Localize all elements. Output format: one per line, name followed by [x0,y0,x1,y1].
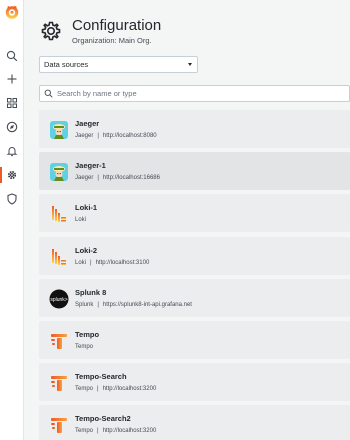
datasource-url: http://localhost:16686 [102,175,160,182]
datasource-card[interactable]: Jaeger-1 Jaeger | http://localhost:16686 [39,152,350,191]
meta-separator: | [97,386,99,393]
splunk-logo-icon: splunk> [49,289,69,309]
datasource-type: Loki [75,259,87,266]
compass-icon[interactable] [4,119,20,135]
datasource-meta: Loki [75,217,86,223]
datasource-url: http://localhost:8080 [102,133,157,139]
datasource-name: Jaeger [75,119,100,128]
datasource-meta: Splunk | https://splunk8-int-api.grafana.n… [75,302,192,308]
svg-text:splunk>: splunk> [50,297,67,303]
datasource-type: Jaeger [75,133,94,139]
tempo-logo-icon [49,415,69,435]
loki-logo-icon [49,247,69,267]
datasource-name: Tempo-Search [75,372,127,382]
jaeger-logo-icon [49,162,69,182]
datasource-card[interactable]: Tempo-Search Tempo | http://localhost:3200 [39,363,350,402]
caret-down-icon [188,63,192,66]
gear-icon[interactable] [4,167,20,183]
datasource-type: Splunk [75,301,94,308]
tempo-logo-icon [49,373,69,393]
datasource-url: http://localhost:3200 [102,386,157,393]
meta-separator: | [90,259,92,266]
datasource-type: Tempo [75,343,94,350]
datasource-meta: Loki | http://localhost:3100 [75,260,149,266]
dashboards-icon[interactable] [4,95,20,111]
datasource-card[interactable]: splunk> Splunk 8 Splunk | https://splunk8-in… [39,278,350,317]
tempo-logo-icon [49,331,69,351]
datasource-card[interactable]: Tempo Tempo [39,320,350,359]
meta-separator: | [97,133,99,139]
datasource-type: Jaeger [75,175,94,182]
datasource-name: Loki-2 [75,245,98,255]
section-select-value: Data sources [44,60,89,69]
datasource-url: https://splunk8-int-api.grafana.net [102,301,192,308]
datasource-name: Tempo-Search2 [75,414,131,424]
datasource-type: Tempo [75,386,94,393]
datasource-meta: Tempo | http://localhost:3200 [75,428,156,434]
datasource-type: Loki [75,217,87,224]
datasource-name: Jaeger-1 [75,161,106,171]
active-nav-indicator [0,167,2,183]
datasource-name: Tempo [75,329,100,339]
datasource-card[interactable]: Jaeger Jaeger | http://localhost:8080 [39,110,350,148]
bell-icon[interactable] [4,143,20,159]
datasource-card[interactable]: Loki-2 Loki | http://localhost:3100 [39,236,350,275]
page-subtitle: Organization: Main Org. [72,36,152,45]
section-select[interactable]: Data sources [39,56,198,73]
plus-icon[interactable] [4,71,20,87]
page-header: Configuration Organization: Main Org. [24,0,350,48]
jaeger-logo-icon [49,120,69,140]
sidebar [0,0,24,440]
datasource-meta: Jaeger | http://localhost:8080 [75,133,157,139]
datasource-meta: Tempo [75,344,93,350]
datasource-card[interactable]: Loki-1 Loki [39,194,350,233]
datasource-type: Tempo [75,428,94,435]
datasource-url: http://localhost:3200 [102,428,157,435]
meta-separator: | [97,428,99,435]
datasource-meta: Tempo | http://localhost:3200 [75,386,156,392]
configuration-gear-icon [40,20,62,42]
meta-separator: | [97,301,99,308]
datasource-card[interactable]: Tempo-Search2 Tempo | http://localhost:3200 [39,405,350,440]
shield-icon[interactable] [4,191,20,207]
search-icon[interactable] [4,48,20,64]
datasource-meta: Jaeger | http://localhost:16686 [75,175,160,181]
datasource-name: Splunk 8 [75,287,107,297]
search-box[interactable] [39,85,350,102]
meta-separator: | [97,175,99,182]
datasource-name: Loki-1 [75,203,98,213]
datasource-url: http://localhost:3100 [95,259,150,266]
page-title: Configuration [72,17,162,34]
search-input[interactable] [57,89,337,98]
search-icon [44,89,53,98]
grafana-logo-icon[interactable] [4,4,20,20]
loki-logo-icon [49,204,69,224]
datasource-list: Jaeger Jaeger | http://localhost:8080 Jaeger… [39,110,350,440]
